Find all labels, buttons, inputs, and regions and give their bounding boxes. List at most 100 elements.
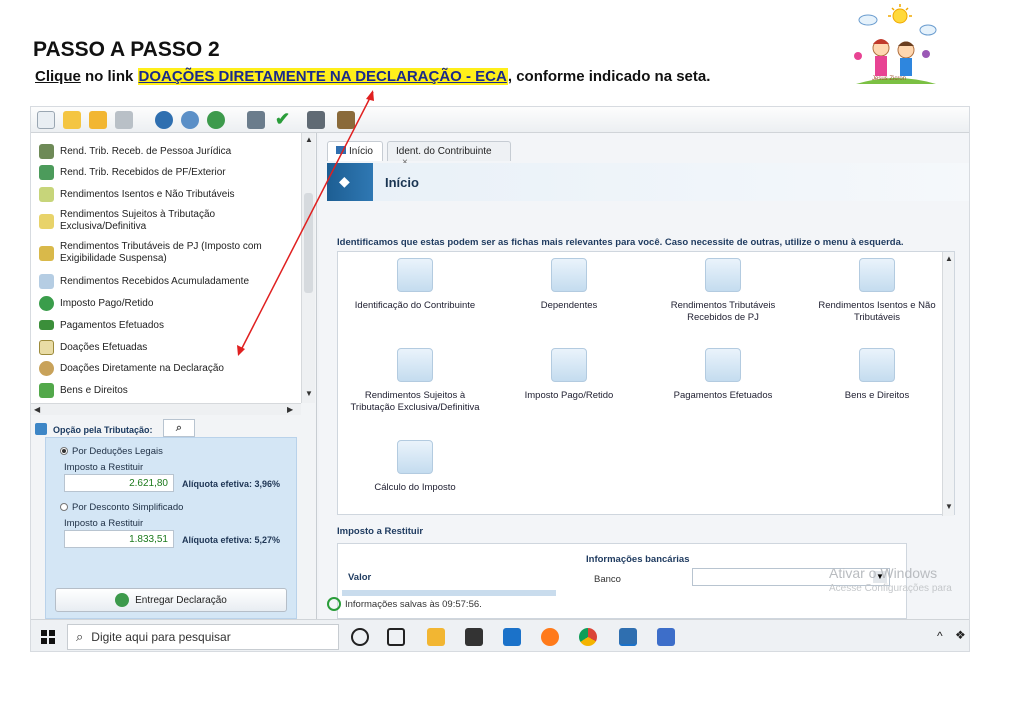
- menu-item-rend-pj[interactable]: Rend. Trib. Receb. de Pessoa Jurídica: [39, 141, 231, 161]
- windows-activation-watermark: Ativar o Windows: [829, 565, 938, 581]
- search-icon[interactable]: ⌕: [163, 419, 195, 437]
- store-icon[interactable]: [465, 628, 483, 646]
- word-document-icon[interactable]: [657, 628, 675, 646]
- document-warning-icon: [397, 348, 433, 382]
- scroll-up-icon[interactable]: ▲: [945, 254, 953, 263]
- page-title: PASSO A PASSO 2: [33, 38, 220, 61]
- windows-start-icon[interactable]: [41, 630, 55, 644]
- scroll-down-icon[interactable]: ▼: [945, 502, 953, 511]
- coin-hand-icon: [39, 295, 54, 311]
- card-exclusiva[interactable]: Rendimentos Sujeitos à Tributação Exclus…: [350, 348, 480, 414]
- file-explorer-icon[interactable]: [427, 628, 445, 646]
- document-warning-icon: [39, 213, 54, 229]
- fichas-grid: Identificação do Contribuinte Dependente…: [337, 251, 955, 516]
- card-identificacao[interactable]: Identificação do Contribuinte: [350, 258, 480, 312]
- valor-label: Valor: [348, 572, 372, 583]
- menu-item-bens[interactable]: Bens e Direitos: [39, 380, 128, 400]
- menu-item-imposto-pago[interactable]: Imposto Pago/Retido: [39, 293, 153, 313]
- receita-icon[interactable]: [155, 111, 173, 129]
- home-icon: [336, 146, 346, 154]
- mail-icon[interactable]: [503, 628, 521, 646]
- card-dependentes[interactable]: Dependentes: [504, 258, 634, 312]
- info-bancarias-label: Informações bancárias: [586, 554, 690, 565]
- left-pane: Rend. Trib. Receb. de Pessoa Jurídica Re…: [31, 133, 317, 619]
- dropbox-icon[interactable]: ❖: [955, 628, 966, 642]
- scroll-thumb[interactable]: [304, 193, 313, 293]
- taskbar: ⌕ Digite aqui para pesquisar ^ ❖: [31, 619, 969, 651]
- imposto-restituir-heading: Imposto a Restituir: [337, 526, 424, 537]
- receita-logo-icon: ◆: [339, 173, 350, 189]
- document-check-icon: [39, 186, 54, 202]
- menu-item-isentos[interactable]: Rendimentos Isentos e Não Tributáveis: [39, 184, 235, 204]
- document-search-icon: [39, 273, 54, 289]
- card-icon: [39, 320, 54, 330]
- person-icon: [397, 258, 433, 292]
- task-view-icon[interactable]: [387, 628, 405, 646]
- scroll-left-icon[interactable]: ◀: [34, 405, 40, 414]
- main-pane: Início Ident. do Contribuinte × ◆ Início…: [319, 133, 969, 619]
- menu-horizontal-scrollbar[interactable]: ◀ ▶: [31, 403, 301, 415]
- book-icon[interactable]: [337, 111, 355, 129]
- app-window: ✔ Rend. Trib. Receb. de Pessoa Jurídica …: [30, 106, 970, 652]
- check-icon[interactable]: ✔: [275, 110, 293, 129]
- globe-icon[interactable]: [207, 111, 225, 129]
- menu-vertical-scrollbar[interactable]: ▲ ▼: [301, 133, 315, 403]
- menu-item-doacoes-diretamente[interactable]: Doações Diretamente na Declaração: [39, 358, 224, 378]
- people-icon: [551, 258, 587, 292]
- radio-simplificado[interactable]: Por Desconto Simplificado: [60, 502, 183, 513]
- scroll-right-icon[interactable]: ▶: [287, 405, 293, 414]
- sidebar-menu: Rend. Trib. Receb. de Pessoa Jurídica Re…: [31, 133, 301, 403]
- menu-item-rend-pf[interactable]: Rend. Trib. Recebidos de PF/Exterior: [39, 162, 226, 182]
- instruction-mid: no link: [80, 68, 138, 85]
- tab-inicio[interactable]: Início: [327, 141, 383, 161]
- taskbar-search-input[interactable]: ⌕ Digite aqui para pesquisar: [67, 624, 339, 650]
- search-icon: ⌕: [76, 629, 84, 644]
- grid-scrollbar[interactable]: ▲ ▼: [942, 252, 954, 516]
- entregar-declaracao-button[interactable]: Entregar Declaração: [55, 588, 287, 612]
- menu-item-doacoes[interactable]: Doações Efetuadas: [39, 337, 147, 357]
- card-calculo[interactable]: Cálculo do Imposto: [350, 440, 480, 494]
- menu-item-pagamentos[interactable]: Pagamentos Efetuados: [39, 315, 164, 335]
- coin-hand-icon: [551, 348, 587, 382]
- menu-item-acumulado[interactable]: Rendimentos Recebidos Acumuladamente: [39, 271, 249, 291]
- instruction-link-highlight: DOAÇÕES DIRETAMENTE NA DECLARAÇÃO - ECA: [137, 68, 508, 85]
- radio-deducoes[interactable]: Por Deduções Legais: [60, 446, 163, 457]
- instruction-post: , conforme indicado na seta.: [507, 68, 711, 85]
- banco-label: Banco: [594, 574, 621, 585]
- cortana-icon[interactable]: [351, 628, 369, 646]
- menu-item-exclusiva[interactable]: Rendimentos Sujeitos à Tributação Exclus…: [39, 207, 301, 235]
- instruction-text: Clique no link DOAÇÕES DIRETAMENTE NA DE…: [35, 68, 710, 85]
- scroll-up-icon[interactable]: ▲: [305, 135, 313, 144]
- chrome-icon[interactable]: [579, 628, 597, 646]
- donation-doc-icon: [39, 339, 54, 355]
- card-imposto-pago[interactable]: Imposto Pago/Retido: [504, 348, 634, 402]
- folder-icon[interactable]: [89, 111, 107, 129]
- tab-ident-contribuinte[interactable]: Ident. do Contribuinte ×: [387, 141, 511, 168]
- card-pagamentos[interactable]: Pagamentos Efetuados: [658, 348, 788, 402]
- aliquota-simplificado: Alíquota efetiva: 5,27%: [182, 535, 281, 545]
- open-folder-icon[interactable]: [63, 111, 81, 129]
- card-isentos[interactable]: Rendimentos Isentos e Não Tributáveis: [812, 258, 942, 324]
- scroll-down-icon[interactable]: ▼: [305, 389, 313, 398]
- chevron-up-icon[interactable]: ^: [937, 629, 943, 643]
- money-hold-icon: [39, 245, 54, 261]
- money-arrow-icon: [39, 164, 54, 180]
- money-bag-icon: [859, 348, 895, 382]
- receita-search-icon[interactable]: [181, 111, 199, 129]
- saved-check-icon: [327, 597, 341, 611]
- imposto-label-1: Imposto a Restituir: [64, 462, 144, 473]
- menu-item-exigibilidade[interactable]: Rendimentos Tributáveis de PJ (Imposto c…: [39, 239, 301, 267]
- calculator-icon[interactable]: [307, 111, 325, 129]
- trash-icon[interactable]: [115, 111, 133, 129]
- new-file-icon[interactable]: [37, 111, 55, 129]
- valor-deducoes: 2.621,80: [64, 474, 174, 492]
- card-rend-pj[interactable]: Rendimentos Tributáveis Recebidos de PJ: [658, 258, 788, 324]
- tributacao-icon: [35, 423, 47, 435]
- kids-illustration: Jesus Zicron: [854, 4, 937, 84]
- money-icon: [39, 143, 54, 159]
- print-icon[interactable]: [247, 111, 265, 129]
- firefox-icon[interactable]: [541, 628, 559, 646]
- irpf-program-icon[interactable]: [619, 628, 637, 646]
- banner-title: Início: [385, 175, 419, 190]
- card-bens[interactable]: Bens e Direitos: [812, 348, 942, 402]
